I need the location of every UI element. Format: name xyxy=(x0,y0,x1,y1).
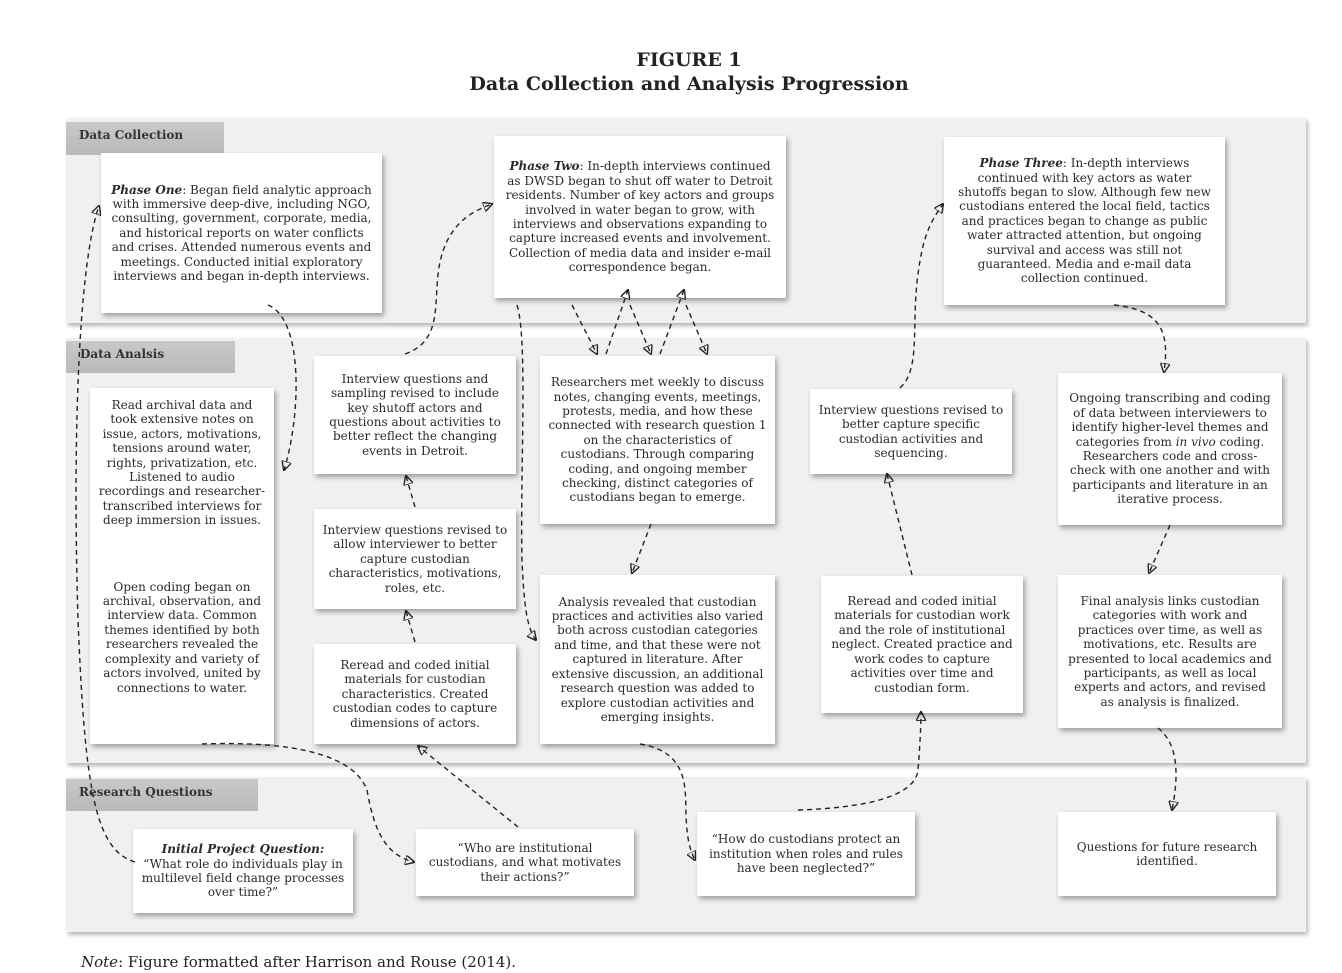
note-text: : Figure formatted after Harrison and Ro… xyxy=(118,953,516,971)
future-question-text: Questions for future research identified… xyxy=(1076,839,1258,868)
reread-work-box: Reread and coded initial materials for c… xyxy=(821,576,1023,713)
phase-three-box: Phase Three: In-depth interviews continu… xyxy=(944,137,1225,305)
reread-work-text: Reread and coded initial materials for c… xyxy=(831,594,1013,695)
initial-question-text: “What role do individuals play in multil… xyxy=(141,856,345,900)
figure-label: FIGURE 1 xyxy=(636,49,742,71)
phase-two-box: Phase Two: In-depth interviews continued… xyxy=(494,136,786,298)
phase-three-lead: Phase Three xyxy=(979,156,1063,171)
phase-one-box: Phase One: Began field analytic approach… xyxy=(101,153,382,313)
who-question-box: “Who are institutional custodians, and w… xyxy=(416,829,634,896)
ongoing-transcribing-box: Ongoing transcribing and coding of data … xyxy=(1058,373,1282,525)
questions-revised-characteristics-text: Interview questions revised to allow int… xyxy=(322,522,508,595)
how-question-text: “How do custodians protect an institutio… xyxy=(709,832,903,876)
final-analysis-text: Final analysis links custodian categorie… xyxy=(1068,593,1272,709)
figure-note: Note: Figure formatted after Harrison an… xyxy=(81,953,516,971)
questions-revised-shutoff-text: Interview questions and sampling revised… xyxy=(329,371,501,458)
reread-characteristics-text: Reread and coded initial materials for c… xyxy=(332,657,498,730)
phase-two-lead: Phase Two xyxy=(509,159,580,174)
archival-reading-box: Read archival data and took extensive no… xyxy=(90,388,274,744)
research-questions-label: Research Questions xyxy=(66,779,258,811)
ongoing-transcribing-em: in vivo xyxy=(1175,434,1216,449)
open-coding-text: Open coding began on archival, observati… xyxy=(102,579,262,695)
data-analysis-label: Data Analsis xyxy=(66,341,235,373)
initial-question-box: Initial Project Question: “What role do i… xyxy=(133,829,353,913)
note-label: Note xyxy=(81,953,119,971)
weekly-meetings-box: Researchers met weekly to discuss notes,… xyxy=(540,356,775,524)
questions-revised-characteristics-box: Interview questions revised to allow int… xyxy=(314,509,516,609)
questions-revised-shutoff-box: Interview questions and sampling revised… xyxy=(314,356,516,474)
weekly-meetings-text: Researchers met weekly to discuss notes,… xyxy=(548,375,767,505)
phase-one-lead: Phase One xyxy=(111,182,183,197)
analysis-revealed-box: Analysis revealed that custodian practic… xyxy=(540,575,775,744)
how-question-box: “How do custodians protect an institutio… xyxy=(697,812,915,896)
questions-revised-sequencing-text: Interview questions revised to better ca… xyxy=(818,402,1004,460)
initial-question-lead: Initial Project Question: xyxy=(161,842,325,857)
final-analysis-box: Final analysis links custodian categorie… xyxy=(1058,575,1282,728)
phase-three-text: : In-depth interviews continued with key… xyxy=(958,156,1211,286)
questions-revised-sequencing-box: Interview questions revised to better ca… xyxy=(810,389,1012,474)
who-question-text: “Who are institutional custodians, and w… xyxy=(428,840,622,884)
figure-title: Data Collection and Analysis Progression xyxy=(469,73,909,95)
data-collection-label: Data Collection xyxy=(66,122,224,155)
reread-characteristics-box: Reread and coded initial materials for c… xyxy=(314,644,516,744)
phase-one-text: : Began field analytic approach with imm… xyxy=(111,182,372,284)
archival-read-text: Read archival data and took extensive no… xyxy=(98,398,266,528)
future-question-box: Questions for future research identified… xyxy=(1058,812,1276,896)
analysis-revealed-text: Analysis revealed that custodian practic… xyxy=(551,594,764,724)
phase-two-text: : In-depth interviews continued as DWSD … xyxy=(505,159,775,275)
